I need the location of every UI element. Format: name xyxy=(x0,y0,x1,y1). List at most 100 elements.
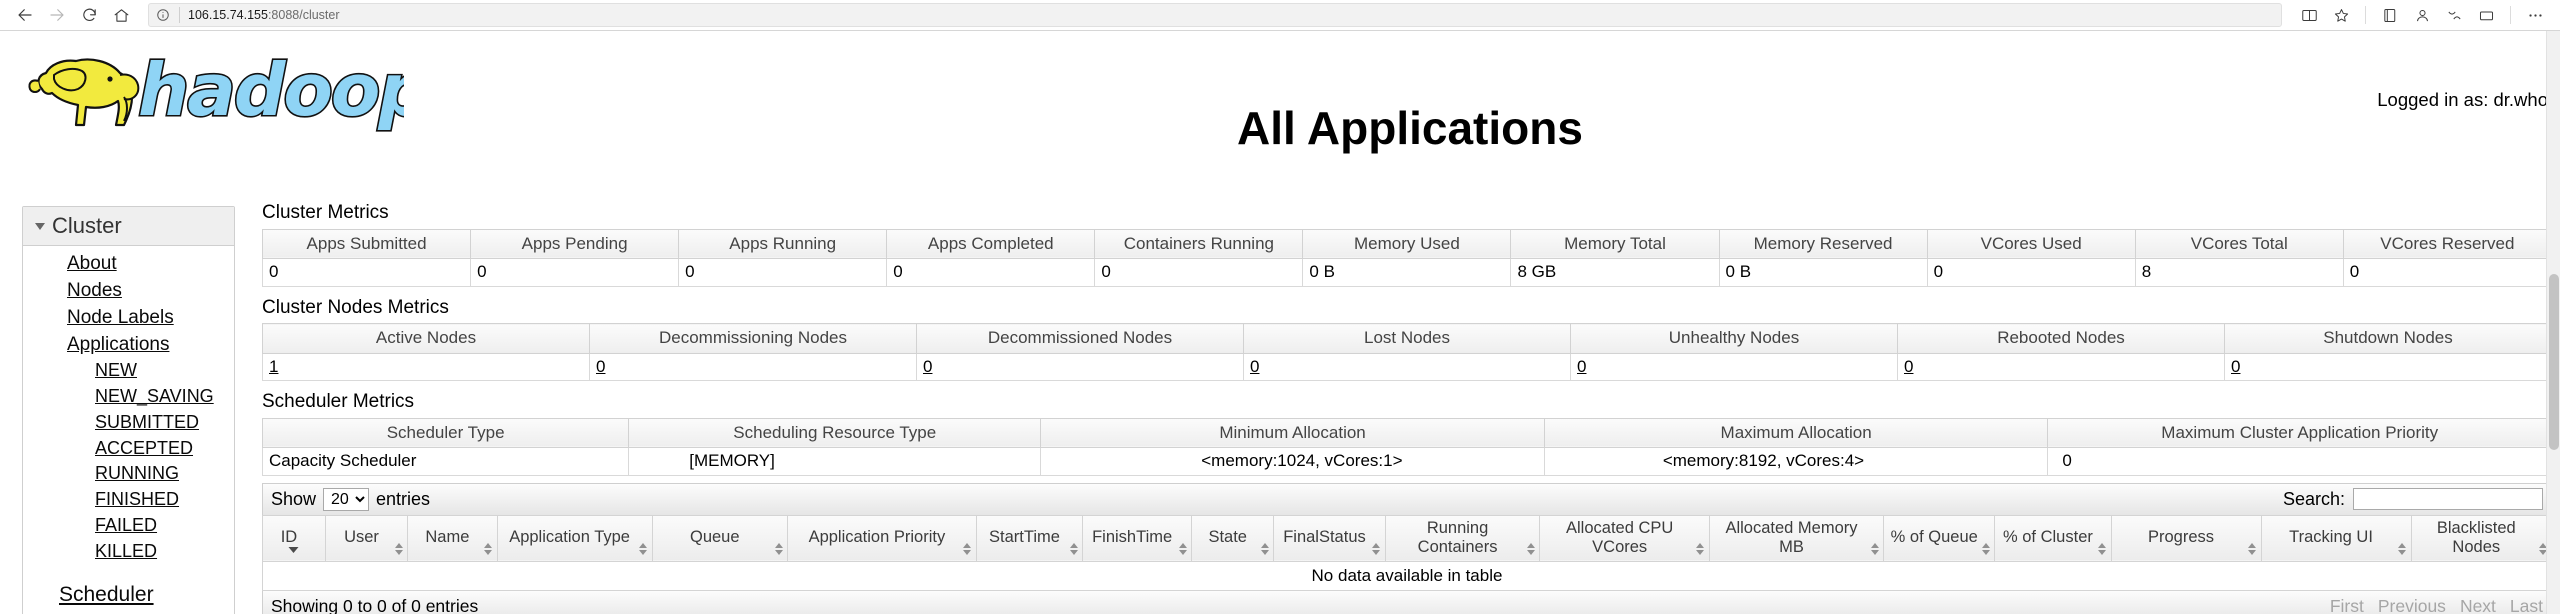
favorite-star-icon[interactable] xyxy=(2326,2,2356,28)
sort-icon xyxy=(639,542,648,556)
search-input[interactable] xyxy=(2353,488,2543,511)
address-bar[interactable]: 106.15.74.155:8088/cluster xyxy=(148,3,2282,27)
val-containers-running: 0 xyxy=(1094,258,1304,287)
col-apps-submitted: Apps Submitted xyxy=(261,228,472,260)
home-icon[interactable] xyxy=(106,2,136,28)
back-icon[interactable] xyxy=(10,2,40,28)
col-progress-label: Progress xyxy=(2148,528,2215,547)
share-icon[interactable] xyxy=(2471,2,2501,28)
col-queue[interactable]: Queue xyxy=(651,514,789,562)
pagination-previous[interactable]: Previous xyxy=(2378,596,2446,614)
col-application-type[interactable]: Application Type xyxy=(496,514,653,562)
sidebar-item-node-labels[interactable]: Node Labels xyxy=(23,304,234,331)
col-finalstatus[interactable]: FinalStatus xyxy=(1273,514,1386,562)
sidebar-section-cluster[interactable]: Cluster xyxy=(23,207,234,246)
val-scheduler-type: Capacity Scheduler xyxy=(261,447,630,476)
col-running-containers[interactable]: Running Containers xyxy=(1384,514,1541,562)
page-length-select[interactable]: 20 xyxy=(323,487,370,511)
col-percent-of-queue[interactable]: % of Queue xyxy=(1883,514,1996,562)
pagination-next[interactable]: Next xyxy=(2460,596,2496,614)
sidebar-item-failed[interactable]: FAILED xyxy=(23,513,234,539)
sort-icon xyxy=(1526,542,1535,556)
col-user[interactable]: User xyxy=(324,514,409,562)
col-allocated-cpu-vcores[interactable]: Allocated CPU VCores xyxy=(1539,514,1710,562)
val-memory-used: 0 B xyxy=(1302,258,1512,287)
sidebar-item-scheduler[interactable]: Scheduler xyxy=(23,580,234,610)
scrollbar-thumb[interactable] xyxy=(2549,274,2559,450)
applications-datatable: Show 20 entries Search: ID User Name App… xyxy=(262,482,2553,614)
col-application-priority[interactable]: Application Priority xyxy=(787,514,977,562)
hadoop-resourcemanager-page: hadoop Logged in as: dr.who All Applicat… xyxy=(0,31,2560,614)
sidebar-item-new-saving[interactable]: NEW_SAVING xyxy=(23,384,234,410)
page-scrollbar[interactable] xyxy=(2546,31,2560,614)
collections-icon[interactable] xyxy=(2375,2,2405,28)
entries-label: entries xyxy=(376,488,431,509)
col-decommissioning-nodes: Decommissioning Nodes xyxy=(589,323,917,354)
profile-icon[interactable] xyxy=(2407,2,2437,28)
sidebar-item-new[interactable]: NEW xyxy=(23,358,234,384)
page-title: All Applications xyxy=(1237,102,1583,154)
main-content: Cluster Metrics Apps Submitted Apps Pend… xyxy=(261,201,2553,614)
col-memory-reserved: Memory Reserved xyxy=(1718,228,1928,260)
search-label: Search: xyxy=(2282,488,2345,509)
col-tracking-ui[interactable]: Tracking UI xyxy=(2260,514,2412,562)
url-host: 106.15.74.155 xyxy=(188,8,268,22)
col-percent-of-cluster[interactable]: % of Cluster xyxy=(1994,514,2112,562)
val-minimum-allocation: <memory:1024, vCores:1> xyxy=(1040,447,1545,476)
sort-icon xyxy=(2398,542,2407,556)
val-unhealthy-nodes[interactable]: 0 xyxy=(1577,357,1586,376)
val-active-nodes[interactable]: 1 xyxy=(269,357,278,376)
sidebar-item-applications[interactable]: Applications xyxy=(23,331,234,358)
val-decommissioned-nodes[interactable]: 0 xyxy=(923,357,932,376)
reload-icon[interactable] xyxy=(74,2,104,28)
search-control: Search: xyxy=(2282,488,2543,511)
col-finishtime[interactable]: FinishTime xyxy=(1082,514,1193,562)
more-options-icon[interactable] xyxy=(2520,2,2550,28)
sidebar-item-about[interactable]: About xyxy=(23,250,234,277)
sidebar: Cluster About Nodes Node Labels Applicat… xyxy=(22,206,235,614)
val-rebooted-nodes[interactable]: 0 xyxy=(1904,357,1913,376)
val-maximum-allocation: <memory:8192, vCores:4> xyxy=(1543,447,2049,476)
sidebar-item-accepted[interactable]: ACCEPTED xyxy=(23,436,234,462)
sort-icon xyxy=(2248,542,2257,556)
sidebar-item-running[interactable]: RUNNING xyxy=(23,461,234,487)
browser-toolbar: 106.15.74.155:8088/cluster xyxy=(0,0,2560,31)
datatable-info: Showing 0 to 0 of 0 entries xyxy=(271,595,479,614)
col-progress[interactable]: Progress xyxy=(2110,514,2262,562)
val-shutdown-nodes[interactable]: 0 xyxy=(2231,357,2240,376)
col-allocated-memory-mb-label: Allocated Memory MB xyxy=(1725,518,1858,557)
col-starttime[interactable]: StartTime xyxy=(975,514,1084,562)
val-memory-reserved: 0 B xyxy=(1718,258,1928,287)
sidebar-item-submitted[interactable]: SUBMITTED xyxy=(23,410,234,436)
split-screen-icon[interactable] xyxy=(2439,2,2469,28)
toolbar-divider xyxy=(2365,6,2366,24)
sidebar-item-nodes[interactable]: Nodes xyxy=(23,277,234,304)
chevron-down-icon xyxy=(35,222,45,230)
reader-view-icon[interactable] xyxy=(2294,2,2324,28)
col-blacklisted-nodes[interactable]: Blacklisted Nodes xyxy=(2410,514,2553,562)
datatable-footer: Showing 0 to 0 of 0 entries First Previo… xyxy=(262,590,2552,614)
col-maximum-allocation: Maximum Allocation xyxy=(1543,417,2049,449)
col-allocated-memory-mb[interactable]: Allocated Memory MB xyxy=(1708,514,1885,562)
sort-descending-icon xyxy=(288,543,299,557)
sidebar-item-finished[interactable]: FINISHED xyxy=(23,487,234,513)
sort-icon xyxy=(963,542,972,556)
col-lost-nodes: Lost Nodes xyxy=(1243,323,1571,354)
scheduler-metrics-table: Scheduler Type Scheduling Resource Type … xyxy=(261,417,2552,476)
pagination-first[interactable]: First xyxy=(2330,596,2364,614)
col-apps-running: Apps Running xyxy=(678,228,888,260)
site-info-icon[interactable] xyxy=(155,7,171,23)
val-apps-submitted: 0 xyxy=(261,258,472,287)
forward-icon[interactable] xyxy=(42,2,72,28)
col-max-cluster-app-priority: Maximum Cluster Application Priority xyxy=(2047,417,2552,449)
col-state[interactable]: State xyxy=(1191,514,1275,562)
val-lost-nodes[interactable]: 0 xyxy=(1250,357,1259,376)
col-name[interactable]: Name xyxy=(407,514,498,562)
val-decommissioning-nodes[interactable]: 0 xyxy=(596,357,605,376)
col-state-label: State xyxy=(1208,528,1247,547)
table-header-row: Active Nodes Decommissioning Nodes Decom… xyxy=(262,323,2552,354)
col-user-label: User xyxy=(344,528,379,547)
col-id[interactable]: ID xyxy=(262,514,326,562)
sidebar-item-killed[interactable]: KILLED xyxy=(23,539,234,565)
pagination-last[interactable]: Last xyxy=(2510,596,2543,614)
